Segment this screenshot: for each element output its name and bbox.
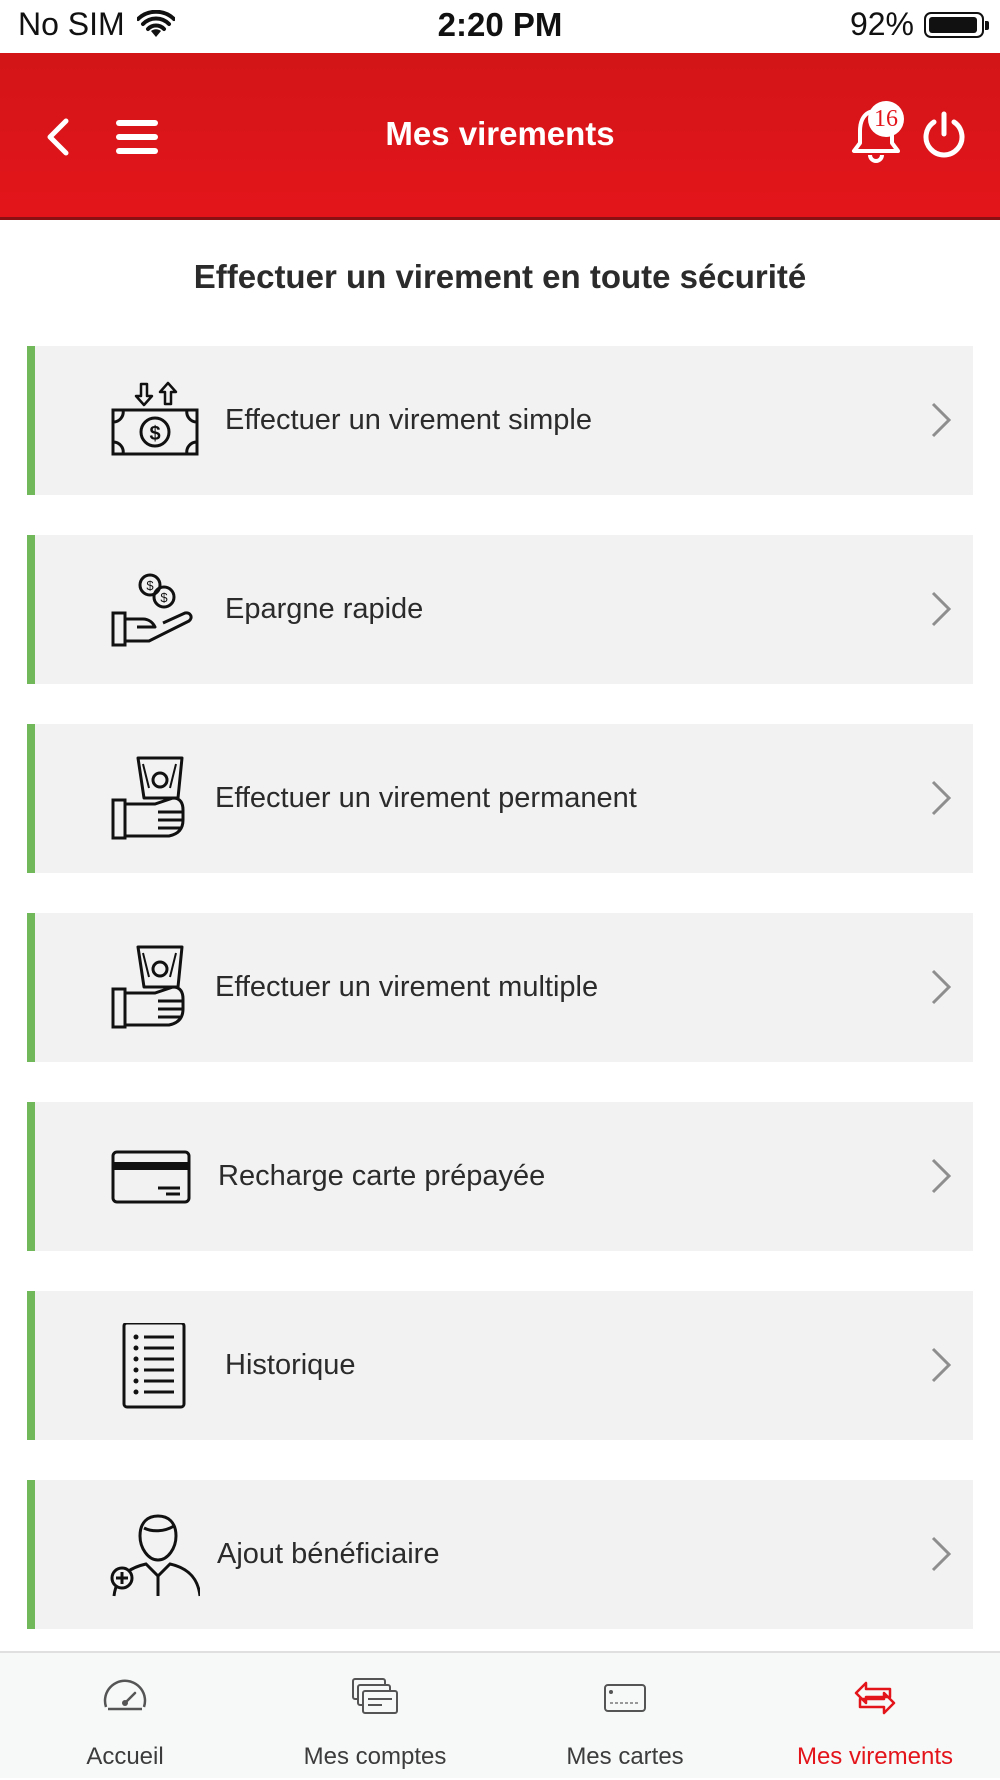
menu-item-virement-permanent[interactable]: Effectuer un virement permanent (27, 724, 973, 873)
accounts-icon (352, 1678, 398, 1714)
page-subtitle: Effectuer un virement en toute sécurité (193, 258, 807, 295)
menu-item-label: Ajout bénéficiaire (217, 1538, 440, 1570)
menu-item-epargne-rapide[interactable]: $ $ Epargne rapide (27, 535, 973, 684)
tab-mes-comptes[interactable]: Mes comptes (250, 1653, 500, 1780)
credit-card-icon (111, 1150, 191, 1204)
tab-label: Mes virements (796, 1743, 954, 1770)
tab-label: Mes cartes (566, 1743, 684, 1770)
battery-icon (924, 11, 989, 38)
chevron-right-icon (931, 591, 952, 627)
svg-text:$: $ (160, 590, 168, 605)
menu-item-virement-multiple[interactable]: Effectuer un virement multiple (27, 913, 973, 1062)
coins-hand-icon: $ $ (111, 573, 193, 647)
card-icon (604, 1684, 646, 1712)
transfer-menu-list: $ Effectuer un virement simple $ $ Eparg… (27, 346, 973, 1669)
chevron-right-icon (931, 1158, 952, 1194)
menu-item-recharge-carte[interactable]: Recharge carte prépayée (27, 1102, 973, 1251)
svg-text:$: $ (149, 423, 160, 445)
tab-mes-cartes[interactable]: Mes cartes (500, 1653, 750, 1780)
menu-item-ajout-beneficiaire[interactable]: Ajout bénéficiaire (27, 1480, 973, 1629)
menu-item-virement-simple[interactable]: $ Effectuer un virement simple (27, 346, 973, 495)
notifications-button[interactable]: 16 (850, 101, 904, 170)
menu-item-label: Effectuer un virement multiple (215, 971, 599, 1003)
tab-accueil[interactable]: Accueil (0, 1653, 250, 1780)
history-list-icon (122, 1323, 186, 1409)
chevron-right-icon (931, 402, 952, 438)
notification-badge: 16 (868, 101, 904, 137)
status-bar: No SIM 2:20 PM 92% (0, 0, 1000, 53)
svg-text:$: $ (146, 578, 154, 593)
chevron-right-icon (931, 780, 952, 816)
tab-mes-virements[interactable]: Mes virements (750, 1653, 1000, 1780)
menu-item-label: Historique (225, 1349, 356, 1381)
tab-label: Accueil (86, 1743, 164, 1770)
tab-label: Mes comptes (303, 1743, 447, 1770)
battery-percent: 92% (849, 6, 914, 42)
menu-item-label: Effectuer un virement permanent (215, 782, 637, 814)
chevron-right-icon (931, 969, 952, 1005)
logout-button[interactable] (920, 110, 968, 165)
add-beneficiary-icon (110, 1514, 200, 1597)
dashboard-gauge-icon (103, 1679, 147, 1711)
app-header: Mes virements 16 (0, 53, 1000, 220)
status-battery-group: 92% (849, 6, 989, 43)
transfer-arrows-icon (854, 1681, 896, 1715)
menu-item-label: Effectuer un virement simple (225, 404, 592, 436)
power-icon (923, 111, 965, 158)
menu-item-historique[interactable]: Historique (27, 1291, 973, 1440)
chevron-right-icon (931, 1347, 952, 1383)
money-transfer-icon: $ (111, 381, 199, 456)
menu-item-label: Epargne rapide (225, 593, 424, 625)
cash-hand-icon (111, 756, 185, 840)
menu-item-label: Recharge carte prépayée (218, 1160, 546, 1192)
cash-hand-icon (111, 945, 185, 1029)
bottom-tab-bar: Accueil Mes comptes Mes cartes Mes virem… (0, 1651, 1000, 1778)
chevron-right-icon (931, 1536, 952, 1572)
